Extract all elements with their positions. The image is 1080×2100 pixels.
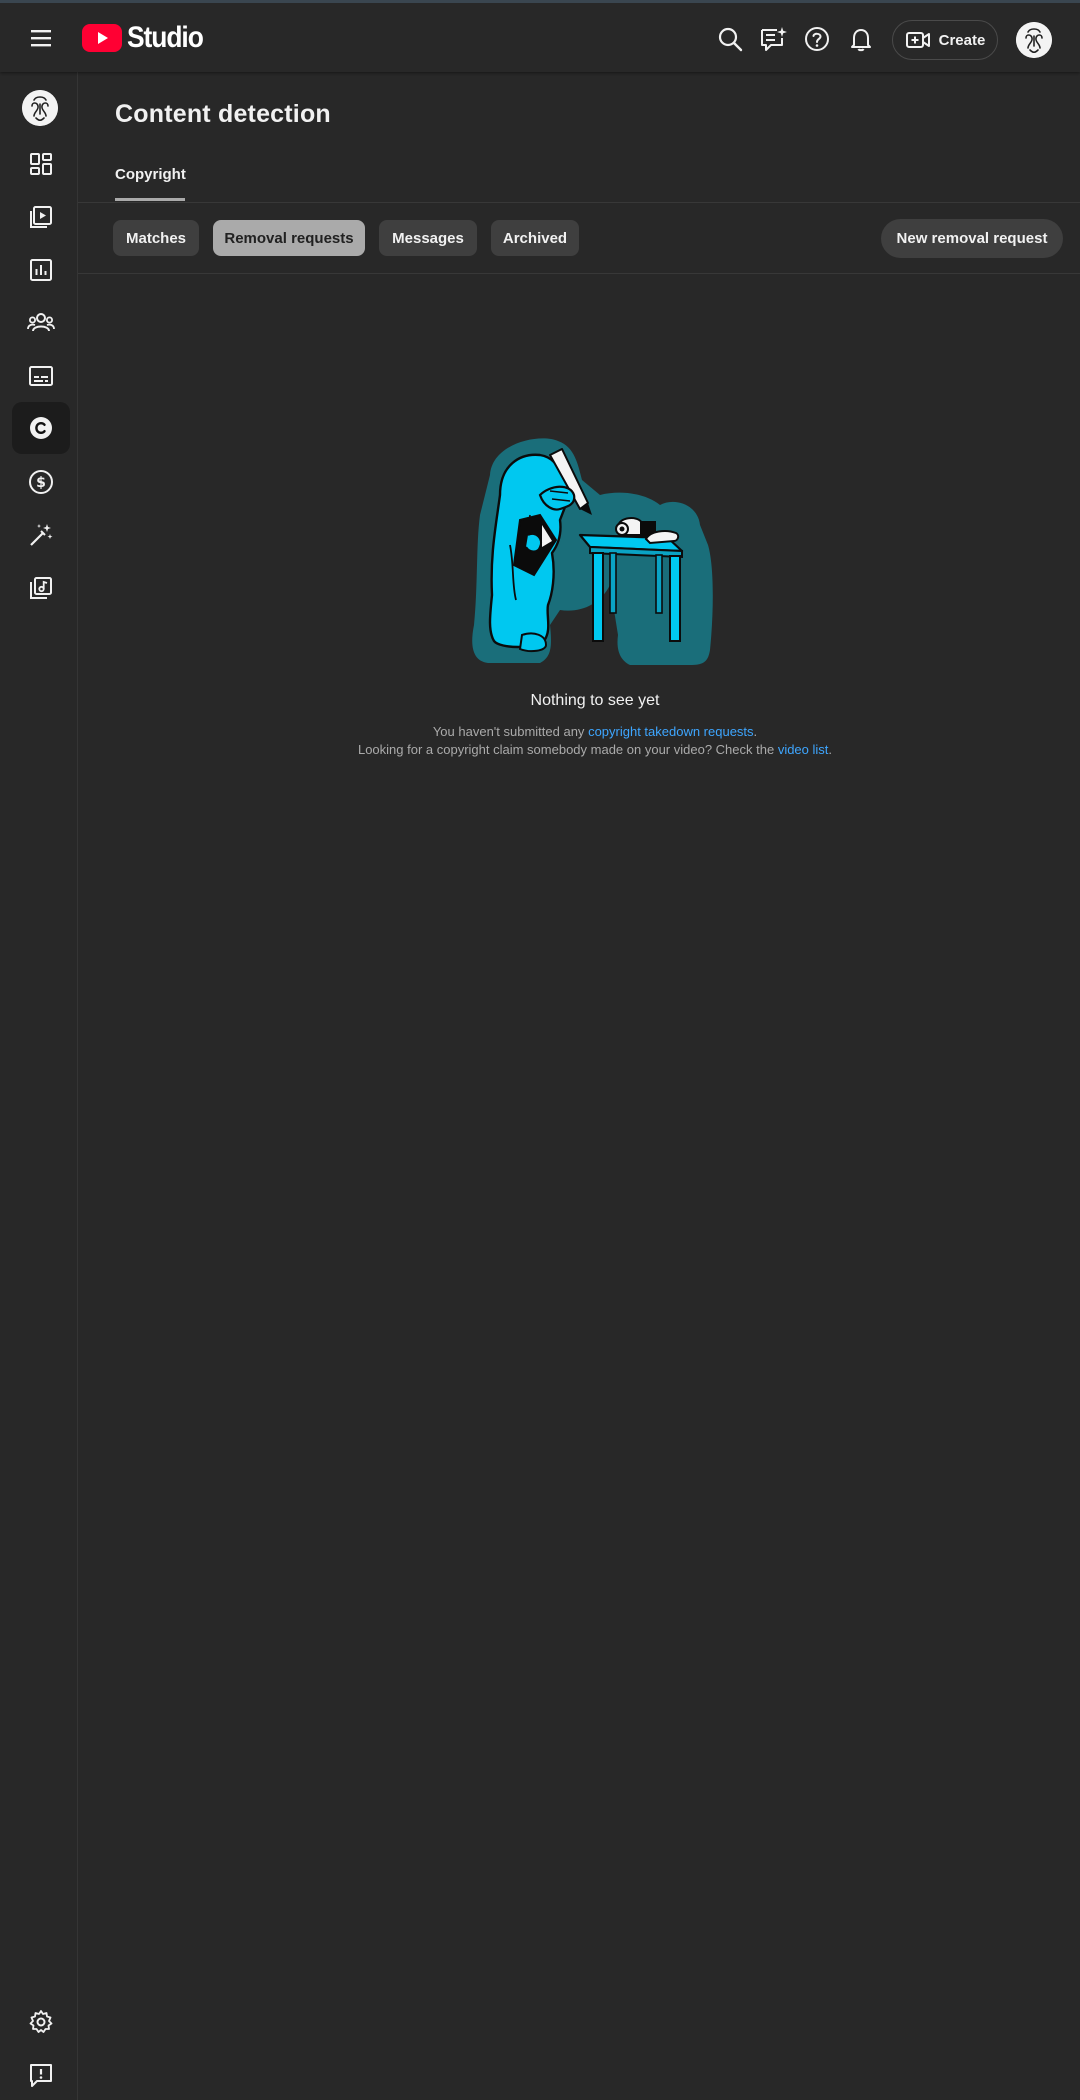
comments-icon[interactable] (757, 23, 789, 55)
chip-matches[interactable]: Matches (113, 220, 199, 256)
tabs-divider (78, 202, 1080, 203)
empty-state-illustration (470, 435, 720, 665)
earn-icon: $ (28, 469, 54, 495)
youtube-play-icon (82, 24, 122, 52)
settings-icon (28, 2009, 54, 2035)
sidebar-item-feedback[interactable] (12, 2049, 70, 2100)
copyright-takedown-requests-link[interactable]: copyright takedown requests (588, 724, 753, 739)
magic-wand-icon (28, 522, 54, 548)
sidebar-item-content[interactable] (12, 191, 70, 243)
create-label: Create (938, 31, 986, 49)
chip-messages[interactable]: Messages (379, 220, 477, 256)
empty-state-line-2-text: Looking for a copyright claim somebody m… (357, 742, 778, 757)
page-title: Content detection (115, 100, 331, 128)
sidebar-item-analytics[interactable] (12, 244, 70, 296)
sidebar: $ (0, 72, 78, 2100)
svg-text:$: $ (36, 475, 46, 491)
notifications-icon[interactable] (845, 23, 877, 55)
content-icon (28, 204, 54, 230)
sidebar-item-settings[interactable] (12, 1996, 70, 2048)
copyright-icon (28, 415, 54, 441)
new-removal-request-button[interactable]: New removal request (881, 219, 1063, 258)
community-icon (27, 310, 55, 336)
empty-state-line-1: You haven't submitted any copyright take… (78, 724, 1080, 739)
create-video-icon (905, 30, 931, 50)
help-icon[interactable] (801, 23, 833, 55)
video-list-link[interactable]: video list (778, 742, 829, 757)
empty-state-line-1-text: You haven't submitted any (432, 724, 589, 739)
tab-underline (115, 198, 185, 201)
analytics-icon (28, 257, 54, 283)
menu-icon[interactable] (26, 23, 56, 53)
sidebar-item-community[interactable] (12, 297, 70, 349)
audio-library-icon (28, 575, 54, 601)
sidebar-item-subtitles[interactable] (12, 350, 70, 402)
sidebar-item-audio-library[interactable] (12, 562, 70, 614)
sidebar-item-dashboard[interactable] (12, 138, 70, 190)
empty-state-line-2-suffix: . (828, 742, 833, 757)
top-bar: Studio Create (0, 0, 1080, 72)
sidebar-item-copyright[interactable] (12, 402, 70, 454)
chip-removal-requests[interactable]: Removal requests (213, 220, 365, 256)
channel-avatar[interactable] (22, 90, 58, 126)
subtitles-icon (28, 363, 54, 389)
chip-archived[interactable]: Archived (491, 220, 579, 256)
create-button[interactable]: Create (892, 20, 998, 60)
empty-state-line-1-suffix: . (753, 724, 758, 739)
account-avatar[interactable] (1016, 22, 1052, 58)
empty-state-title: Nothing to see yet (530, 692, 660, 709)
tab-copyright[interactable]: Copyright (115, 166, 186, 183)
logo-text: Studio (127, 21, 204, 54)
feedback-icon (28, 2062, 54, 2088)
dashboard-icon (28, 151, 54, 177)
sidebar-item-customization[interactable] (12, 509, 70, 561)
empty-state-line-2: Looking for a copyright claim somebody m… (78, 742, 1080, 757)
studio-logo[interactable]: Studio (82, 21, 213, 55)
search-icon[interactable] (714, 23, 746, 55)
filters-divider (78, 273, 1080, 274)
sidebar-item-earn[interactable]: $ (12, 456, 70, 508)
